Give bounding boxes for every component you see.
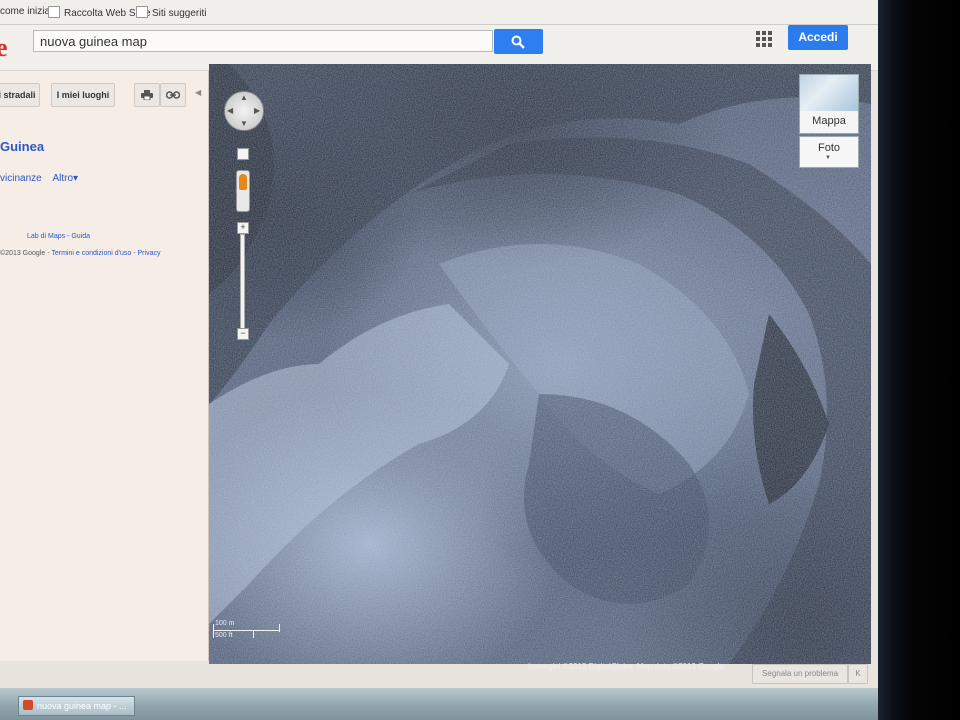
- map-type-map-label: Mappa: [812, 115, 846, 127]
- scale-bar: 100 m 500 ft: [213, 620, 283, 640]
- pegman-icon[interactable]: [236, 170, 250, 212]
- browser-icon: [23, 700, 33, 710]
- pan-down-icon[interactable]: ▼: [240, 119, 248, 128]
- link-icon: [165, 91, 181, 99]
- google-logo[interactable]: e: [0, 33, 8, 63]
- favorite-item[interactable]: Siti suggeriti: [136, 6, 206, 19]
- scale-label-metric: 100 m: [215, 620, 235, 627]
- satellite-map[interactable]: ▲ ▼ ◀ ▶ + − Mappa Foto ▼ 100 m 500 ft: [209, 64, 871, 664]
- report-problem-button[interactable]: Segnala un problema: [752, 664, 848, 684]
- collapse-left-icon[interactable]: ◀: [195, 88, 201, 97]
- maps-lab-help-links[interactable]: Lab di Maps - Guida: [27, 233, 90, 240]
- zoom-in-button[interactable]: +: [237, 222, 249, 234]
- pan-left-icon[interactable]: ◀: [227, 106, 233, 115]
- chevron-down-icon: ▼: [825, 155, 831, 161]
- os-taskbar: nuova guinea map - ...: [0, 688, 878, 720]
- report-expand-icon[interactable]: K: [848, 664, 868, 684]
- pan-up-icon[interactable]: ▲: [240, 93, 248, 102]
- apps-grid-icon[interactable]: [756, 31, 772, 47]
- more-link[interactable]: Altro▾: [52, 173, 78, 184]
- search-icon: [511, 35, 525, 49]
- directions-button[interactable]: i stradali: [0, 83, 40, 107]
- satellite-imagery: [209, 64, 871, 664]
- monitor-bezel: [878, 0, 960, 720]
- scale-label-imperial: 500 ft: [215, 632, 233, 639]
- search-button[interactable]: [494, 29, 543, 54]
- side-panel: i stradali I miei luoghi ◀ Guinea vicina…: [0, 71, 209, 661]
- zoom-out-button[interactable]: −: [237, 328, 249, 340]
- zoom-slider[interactable]: [240, 234, 245, 332]
- favorites-bar: come iniziare Raccolta Web Slice Siti su…: [0, 0, 878, 25]
- link-button[interactable]: [160, 83, 186, 107]
- map-type-photo-label: Foto: [817, 142, 840, 154]
- print-button[interactable]: [134, 83, 160, 107]
- nearby-link[interactable]: vicinanze: [0, 173, 42, 184]
- my-places-button[interactable]: I miei luoghi: [51, 83, 115, 107]
- zoom-reset-button[interactable]: [237, 148, 249, 160]
- pan-control[interactable]: ▲ ▼ ◀ ▶: [224, 91, 264, 131]
- map-type-map-button[interactable]: Mappa: [799, 74, 859, 134]
- map-type-photo-button[interactable]: Foto ▼: [799, 136, 859, 168]
- place-actions: vicinanze Altro▾: [0, 173, 78, 184]
- web-slice-icon: [48, 6, 60, 18]
- search-input[interactable]: nuova guinea map: [33, 30, 493, 52]
- map-thumbnail: [800, 75, 858, 111]
- pan-right-icon[interactable]: ▶: [254, 106, 260, 115]
- place-title[interactable]: Guinea: [0, 139, 44, 154]
- map-attribution: Immagini ©2013 DigitalGlobe, Map data ©2…: [528, 662, 724, 671]
- sign-in-button[interactable]: Accedi: [788, 25, 848, 50]
- taskbar-browser-item[interactable]: nuova guinea map - ...: [18, 696, 135, 716]
- print-icon: [141, 90, 153, 101]
- page-icon: [136, 6, 148, 18]
- browser-screen: come iniziare Raccolta Web Slice Siti su…: [0, 0, 878, 720]
- copyright-footer: ©2013 Google - Termini e condizioni d'us…: [0, 250, 161, 257]
- terms-privacy-links[interactable]: Termini e condizioni d'uso - Privacy: [51, 250, 160, 257]
